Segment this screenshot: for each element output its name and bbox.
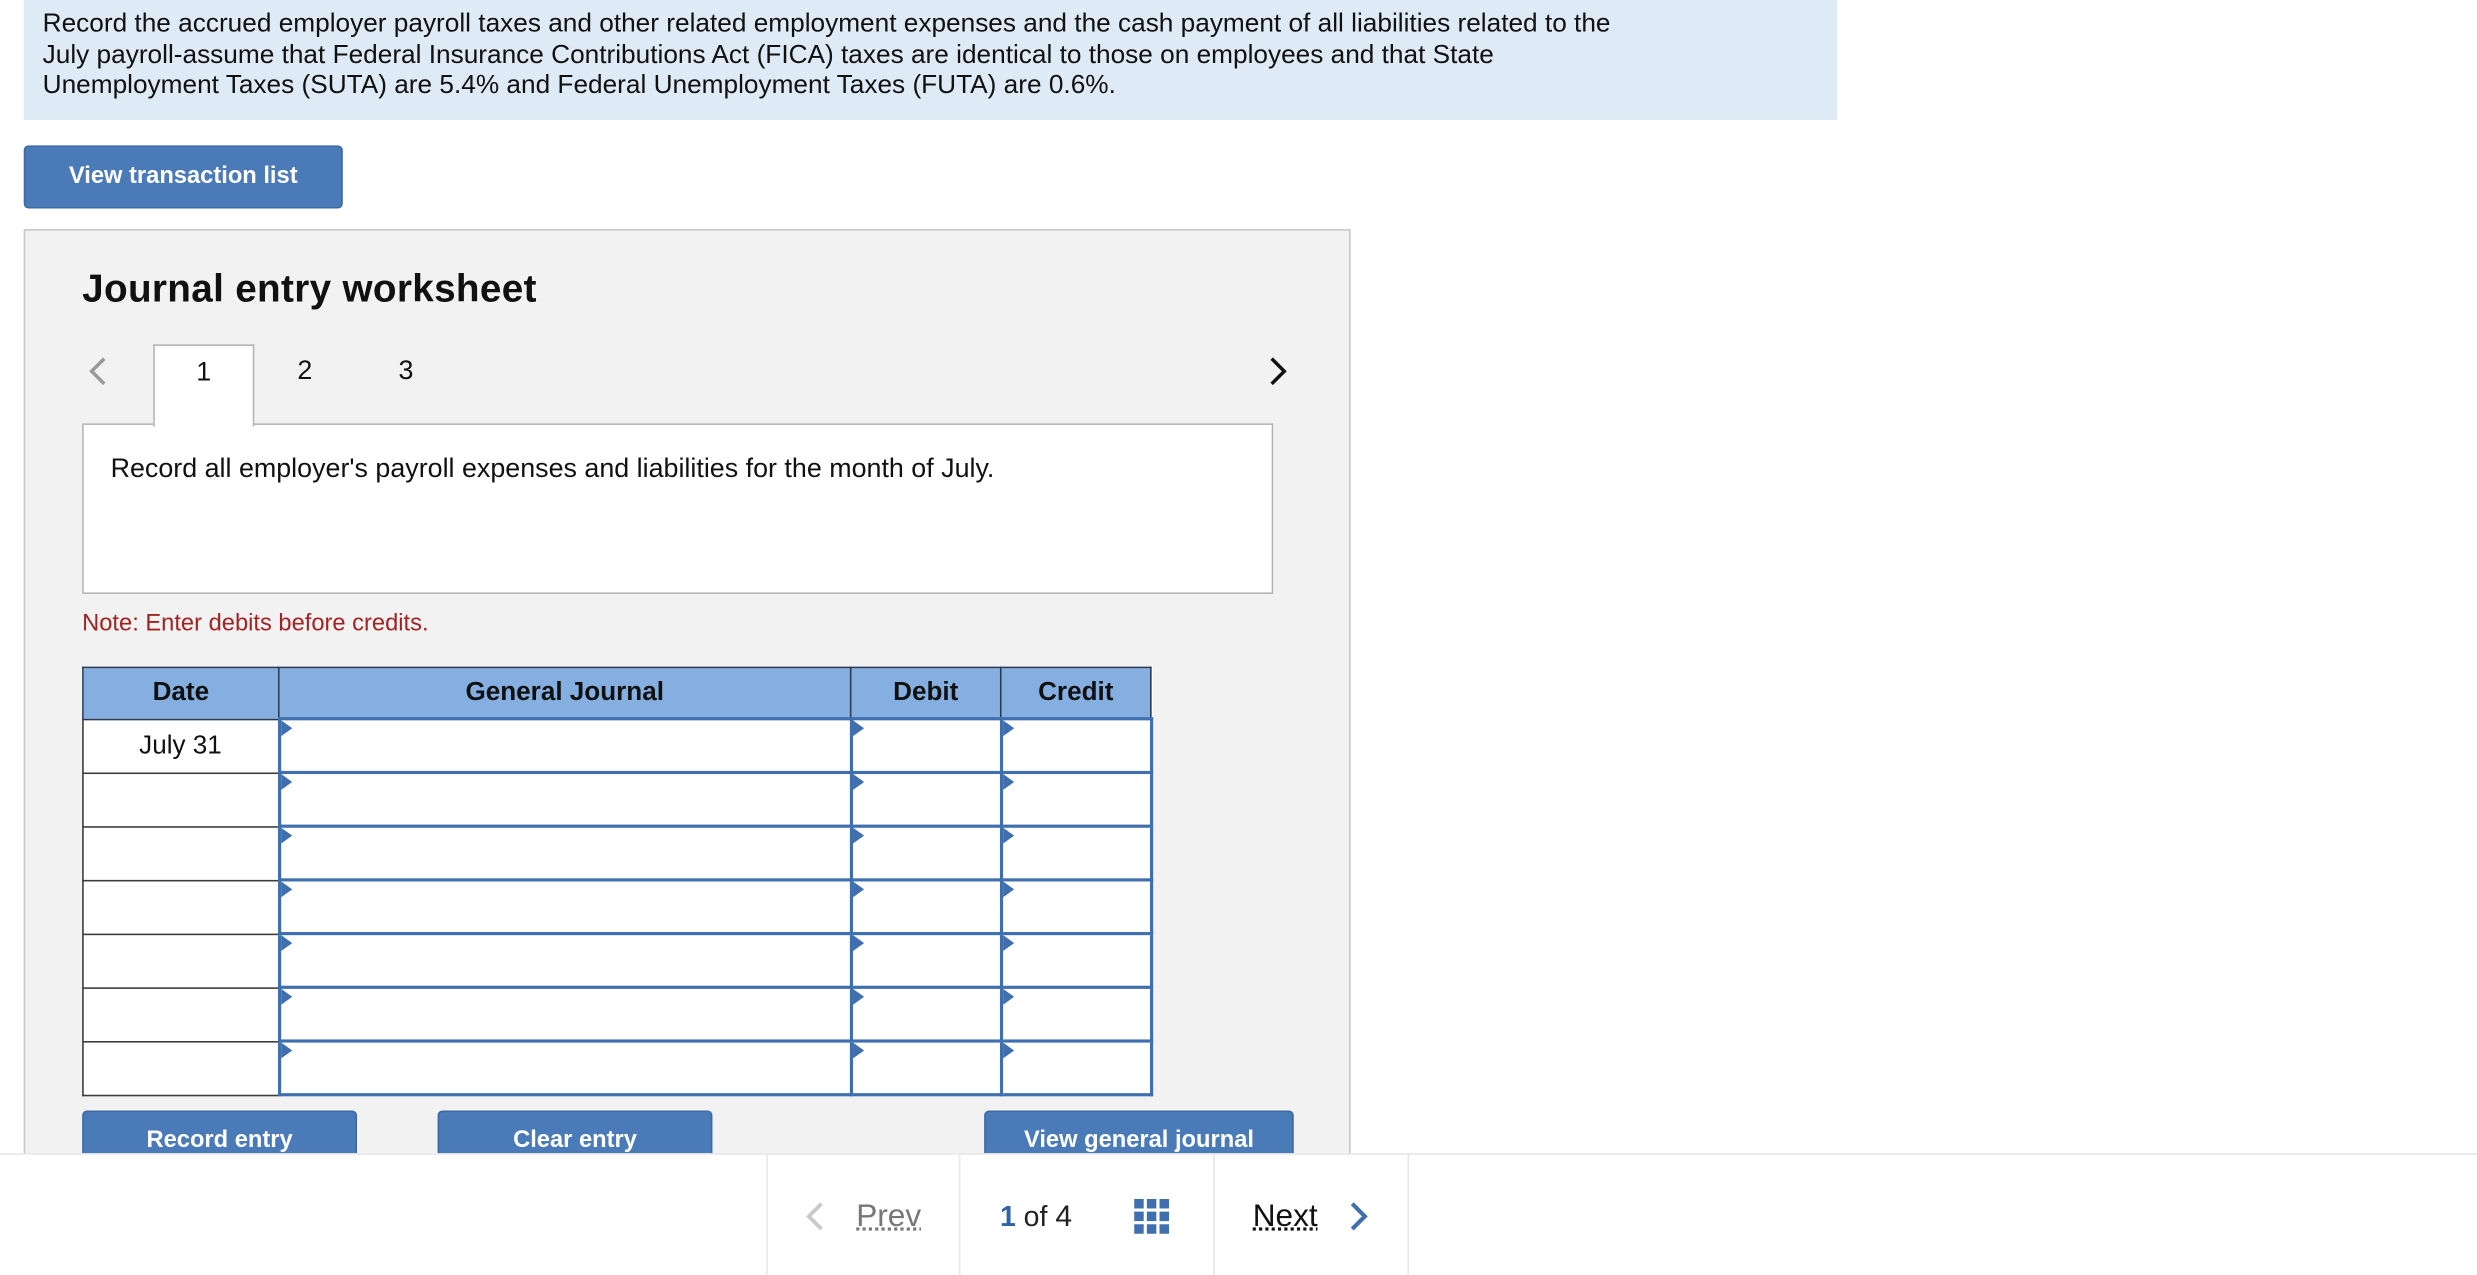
chevron-right-icon[interactable] bbox=[1261, 354, 1296, 389]
cell-marker-icon bbox=[1002, 720, 1013, 736]
cell-marker-icon bbox=[280, 935, 291, 951]
cell-marker-icon bbox=[280, 1043, 291, 1059]
date-cell[interactable]: July 31 bbox=[83, 719, 279, 773]
cell-marker-icon bbox=[852, 720, 863, 736]
cell-marker-icon bbox=[280, 828, 291, 844]
table-header-row: Date General Journal Debit Credit bbox=[83, 667, 1151, 718]
debit-input[interactable] bbox=[851, 987, 1001, 1041]
pager-divider bbox=[959, 1155, 961, 1275]
table-row: July 31 bbox=[83, 719, 1151, 773]
date-cell[interactable] bbox=[83, 934, 279, 988]
credit-input[interactable] bbox=[1001, 1041, 1151, 1095]
note-text: Note: Enter debits before credits. bbox=[82, 610, 428, 637]
instruction-box: Record all employer's payroll expenses a… bbox=[82, 423, 1273, 594]
cell-marker-icon bbox=[1002, 935, 1013, 951]
table-row bbox=[83, 880, 1151, 934]
table-row bbox=[83, 826, 1151, 880]
credit-input[interactable] bbox=[1001, 987, 1151, 1041]
account-input[interactable] bbox=[279, 719, 851, 773]
question-line-1: Record the accrued employer payroll taxe… bbox=[43, 8, 1822, 39]
table-row bbox=[83, 987, 1151, 1041]
debit-input[interactable] bbox=[851, 934, 1001, 988]
header-date: Date bbox=[83, 667, 279, 718]
pager: Prev 1 of 4 Next bbox=[766, 1155, 1409, 1275]
question-text: Record the accrued employer payroll taxe… bbox=[24, 0, 1837, 120]
cell-marker-icon bbox=[852, 774, 863, 790]
question-line-2: July payroll-assume that Federal Insuran… bbox=[43, 39, 1822, 70]
tab-1[interactable]: 1 bbox=[153, 344, 254, 426]
credit-input[interactable] bbox=[1001, 880, 1151, 934]
credit-input[interactable] bbox=[1001, 934, 1151, 988]
cell-marker-icon bbox=[852, 828, 863, 844]
credit-input[interactable] bbox=[1001, 772, 1151, 826]
account-input[interactable] bbox=[279, 1041, 851, 1095]
cell-marker-icon bbox=[1002, 774, 1013, 790]
date-cell[interactable] bbox=[83, 987, 279, 1041]
pager-divider bbox=[1213, 1155, 1215, 1275]
journal-entry-worksheet: Journal entry worksheet 1 2 3 Record all… bbox=[24, 229, 1351, 1177]
view-transaction-list-button[interactable]: View transaction list bbox=[24, 145, 343, 208]
credit-input[interactable] bbox=[1001, 719, 1151, 773]
date-cell[interactable] bbox=[83, 772, 279, 826]
table-row bbox=[83, 934, 1151, 988]
table-row bbox=[83, 1041, 1151, 1095]
debit-input[interactable] bbox=[851, 880, 1001, 934]
prev-link[interactable]: Prev bbox=[856, 1199, 921, 1235]
debit-input[interactable] bbox=[851, 772, 1001, 826]
date-cell[interactable] bbox=[83, 1041, 279, 1095]
date-cell[interactable] bbox=[83, 880, 279, 934]
prev-chevron-icon[interactable] bbox=[802, 1199, 827, 1234]
next-link[interactable]: Next bbox=[1253, 1199, 1318, 1235]
credit-input[interactable] bbox=[1001, 826, 1151, 880]
next-chevron-icon[interactable] bbox=[1346, 1199, 1371, 1234]
worksheet-title: Journal entry worksheet bbox=[82, 269, 537, 313]
cell-marker-icon bbox=[852, 881, 863, 897]
header-debit: Debit bbox=[851, 667, 1001, 718]
grid-icon[interactable] bbox=[1133, 1197, 1171, 1235]
cell-marker-icon bbox=[852, 989, 863, 1005]
question-line-3: Unemployment Taxes (SUTA) are 5.4% and F… bbox=[43, 70, 1822, 101]
cell-marker-icon bbox=[1002, 989, 1013, 1005]
account-input[interactable] bbox=[279, 934, 851, 988]
account-input[interactable] bbox=[279, 826, 851, 880]
tab-3[interactable]: 3 bbox=[379, 344, 433, 426]
header-credit: Credit bbox=[1001, 667, 1151, 718]
journal-table: Date General Journal Debit Credit July 3… bbox=[82, 667, 1152, 1097]
current-page: 1 bbox=[1000, 1201, 1016, 1233]
account-input[interactable] bbox=[279, 987, 851, 1041]
cell-marker-icon bbox=[852, 1043, 863, 1059]
debit-input[interactable] bbox=[851, 719, 1001, 773]
chevron-left-icon[interactable] bbox=[82, 354, 117, 389]
account-input[interactable] bbox=[279, 880, 851, 934]
tab-2[interactable]: 2 bbox=[278, 344, 332, 426]
cell-marker-icon bbox=[1002, 828, 1013, 844]
cell-marker-icon bbox=[280, 989, 291, 1005]
cell-marker-icon bbox=[280, 881, 291, 897]
cell-marker-icon bbox=[280, 774, 291, 790]
cell-marker-icon bbox=[1002, 881, 1013, 897]
debit-input[interactable] bbox=[851, 826, 1001, 880]
footer-bar: Prev 1 of 4 Next bbox=[0, 1153, 2477, 1275]
table-row bbox=[83, 772, 1151, 826]
account-input[interactable] bbox=[279, 772, 851, 826]
page-of: of bbox=[1024, 1201, 1048, 1233]
date-cell[interactable] bbox=[83, 826, 279, 880]
cell-marker-icon bbox=[852, 935, 863, 951]
header-general-journal: General Journal bbox=[279, 667, 851, 718]
page-indicator: 1 of 4 bbox=[1000, 1201, 1072, 1236]
cell-marker-icon bbox=[1002, 1043, 1013, 1059]
cell-marker-icon bbox=[280, 720, 291, 736]
debit-input[interactable] bbox=[851, 1041, 1001, 1095]
total-pages: 4 bbox=[1055, 1201, 1072, 1234]
instruction-text: Record all employer's payroll expenses a… bbox=[111, 453, 995, 483]
